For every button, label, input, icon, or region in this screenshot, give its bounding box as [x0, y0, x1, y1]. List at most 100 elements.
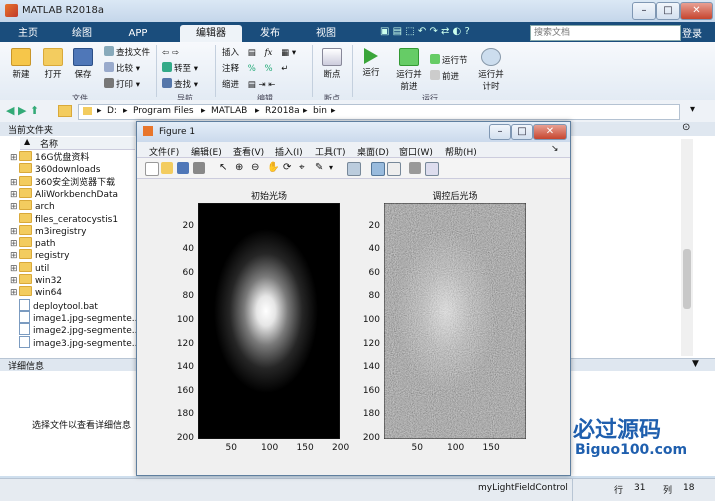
- tab-publish[interactable]: 发布: [250, 25, 290, 42]
- tab-apps[interactable]: APP: [118, 25, 158, 42]
- tab-home[interactable]: 主页: [8, 25, 48, 42]
- path-field[interactable]: ▸ D: ▸ Program Files ▸ MATLAB ▸ R2018a ▸…: [78, 104, 680, 120]
- new-button[interactable]: 新建: [6, 48, 36, 80]
- list-item[interactable]: image2.jpg-segmente...: [10, 323, 140, 336]
- list-item[interactable]: ⊞ registry: [10, 249, 70, 261]
- run-and-time-button[interactable]: 运行并计时: [476, 48, 506, 92]
- expand-icon[interactable]: ⊞: [10, 177, 19, 189]
- list-item[interactable]: image3.jpg-segmente...: [10, 335, 140, 349]
- menu-edit[interactable]: 编辑(E): [191, 145, 222, 158]
- run-button[interactable]: 运行: [356, 48, 386, 78]
- figure-minimize-button[interactable]: –: [489, 124, 511, 140]
- expand-icon[interactable]: ⊞: [10, 263, 19, 275]
- advance-button[interactable]: 前进: [430, 70, 459, 84]
- list-item[interactable]: image1.jpg-segmente...: [10, 310, 140, 324]
- breakpoints-button[interactable]: 断点: [316, 48, 348, 80]
- expand-icon[interactable]: ⊞: [10, 287, 19, 299]
- figure-maximize-button[interactable]: □: [511, 124, 533, 140]
- colorbar-icon[interactable]: [371, 162, 385, 176]
- brush-dropdown-icon[interactable]: ▾: [329, 162, 341, 174]
- expand-icon[interactable]: ⊞: [10, 201, 19, 213]
- list-item[interactable]: ⊞ 360安全浏览器下载: [10, 175, 115, 189]
- brush-icon[interactable]: ✎: [315, 162, 327, 174]
- pointer-icon[interactable]: ↖: [219, 162, 231, 174]
- crumb-drive[interactable]: D:: [107, 106, 117, 116]
- goto-button[interactable]: 转至 ▾: [162, 62, 198, 76]
- show-plot-tools-icon[interactable]: [425, 162, 439, 176]
- find-button[interactable]: 查找 ▾: [162, 78, 198, 92]
- expand-icon[interactable]: ⊞: [10, 189, 19, 201]
- indent-button[interactable]: 缩进 ▤ ⇥ ⇤: [222, 78, 275, 92]
- tab-plots[interactable]: 绘图: [62, 25, 102, 42]
- expand-details-icon[interactable]: ▼: [692, 359, 699, 369]
- menu-desktop[interactable]: 桌面(D): [357, 145, 389, 158]
- list-item[interactable]: ⊞ util: [10, 261, 49, 275]
- tab-view[interactable]: 视图: [306, 25, 346, 42]
- maximize-button[interactable]: □: [656, 2, 680, 20]
- data-cursor-icon[interactable]: ⌖: [299, 162, 311, 174]
- legend-icon[interactable]: [387, 162, 401, 176]
- name-column-header[interactable]: ▲ 名称: [20, 137, 135, 150]
- crumb-bin[interactable]: bin: [313, 106, 327, 116]
- list-item[interactable]: ⊞ 16G优盘资料: [10, 151, 89, 163]
- close-button[interactable]: ✕: [680, 2, 713, 20]
- scroll-thumb[interactable]: [683, 249, 691, 309]
- print-figure-icon[interactable]: [193, 162, 205, 174]
- expand-icon[interactable]: ⊞: [10, 238, 19, 250]
- insert-button[interactable]: 插入 ▤ fx ▦ ▾: [222, 46, 296, 60]
- rotate-icon[interactable]: ⟳: [283, 162, 295, 174]
- zoom-in-icon[interactable]: ⊕: [235, 162, 247, 174]
- panel-menu-icon[interactable]: ⊙: [682, 122, 690, 133]
- crumb-release[interactable]: R2018a: [265, 106, 300, 116]
- dock-icon[interactable]: ↘: [551, 144, 559, 154]
- menu-view[interactable]: 查看(V): [233, 145, 264, 158]
- save-button[interactable]: 保存: [68, 48, 98, 80]
- zoom-out-icon[interactable]: ⊖: [251, 162, 263, 174]
- open-button[interactable]: 打开: [38, 48, 68, 80]
- list-item[interactable]: ⊞ AliWorkbenchData: [10, 187, 118, 201]
- menu-window[interactable]: 窗口(W): [399, 145, 433, 158]
- find-files-button[interactable]: 查找文件: [104, 46, 150, 60]
- list-item[interactable]: ⊞ win64: [10, 286, 62, 298]
- menu-help[interactable]: 帮助(H): [445, 145, 477, 158]
- print-button[interactable]: 打印 ▾: [104, 78, 140, 92]
- list-item[interactable]: deploytool.bat: [10, 298, 98, 312]
- figure-window[interactable]: Figure 1 – □ ✕ 文件(F) 编辑(E) 查看(V) 插入(I) 工…: [136, 121, 571, 476]
- crumb-program-files[interactable]: Program Files: [133, 106, 194, 116]
- back-forward-buttons[interactable]: ⇦ ⇨: [162, 46, 179, 60]
- open-file-icon[interactable]: [161, 162, 173, 174]
- expand-icon[interactable]: ⊞: [10, 250, 19, 262]
- comment-button[interactable]: 注释 % % ↵: [222, 62, 288, 76]
- minimize-button[interactable]: –: [632, 2, 656, 20]
- list-item[interactable]: files_ceratocystis1: [10, 212, 118, 225]
- list-item[interactable]: ⊞ win32: [10, 274, 62, 286]
- menu-tools[interactable]: 工具(T): [315, 145, 346, 158]
- new-figure-icon[interactable]: [145, 162, 159, 176]
- nav-arrows-icon[interactable]: ◀ ▶ ⬆: [6, 104, 39, 117]
- expand-icon[interactable]: ⊞: [10, 275, 19, 287]
- expand-icon[interactable]: ⊞: [10, 152, 19, 164]
- expand-icon[interactable]: ⊞: [10, 226, 19, 238]
- address-dropdown-icon[interactable]: ▾: [690, 104, 695, 115]
- search-input[interactable]: 搜索文档: [530, 25, 681, 41]
- save-figure-icon[interactable]: [177, 162, 189, 174]
- login-link[interactable]: 登录: [682, 25, 702, 40]
- run-section-button[interactable]: 运行节: [430, 54, 468, 68]
- vertical-scrollbar[interactable]: [681, 139, 693, 356]
- link-plot-icon[interactable]: [347, 162, 361, 176]
- crumb-matlab[interactable]: MATLAB: [211, 106, 247, 116]
- run-advance-button[interactable]: 运行并前进: [394, 48, 424, 92]
- list-item[interactable]: ⊞ m3iregistry: [10, 224, 87, 238]
- figure-close-button[interactable]: ✕: [533, 124, 567, 140]
- menu-file[interactable]: 文件(F): [149, 145, 179, 158]
- menu-insert[interactable]: 插入(I): [275, 145, 303, 158]
- list-item[interactable]: 360downloads: [10, 163, 100, 175]
- pan-icon[interactable]: ✋: [267, 162, 279, 174]
- hide-plot-tools-icon[interactable]: [409, 162, 421, 174]
- compare-button[interactable]: 比较 ▾: [104, 62, 140, 76]
- browse-folder-icon[interactable]: [58, 105, 72, 117]
- list-item[interactable]: ⊞ arch: [10, 200, 55, 212]
- list-item[interactable]: ⊞ path: [10, 237, 55, 249]
- ribbon-toolbar: 新建 打开 保存 查找文件 比较 ▾ 打印 ▾ 文件 ⇦ ⇨ 转至 ▾ 查找 ▾…: [0, 42, 715, 103]
- tab-editor[interactable]: 编辑器: [180, 25, 242, 42]
